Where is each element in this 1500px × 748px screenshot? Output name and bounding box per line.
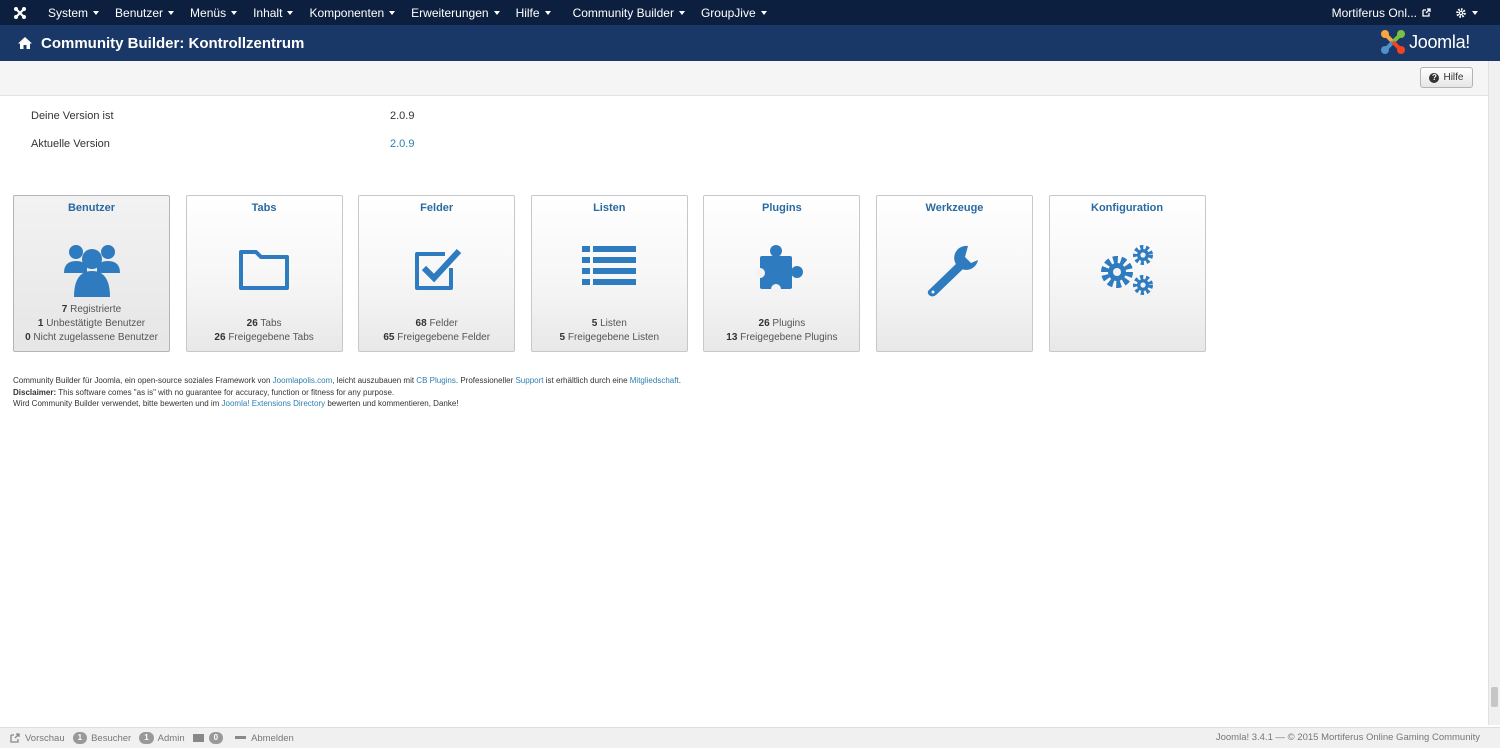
puzzle-icon — [754, 245, 803, 294]
admin-indicator: 1 Admin — [139, 732, 185, 744]
tile-stats: 5 Listen 5 Freigegebene Listen — [559, 318, 660, 343]
credits-line-3: Wird Community Builder verwendet, bitte … — [13, 399, 459, 408]
menu-groupjive[interactable]: GroupJive — [693, 0, 775, 25]
menu-hilfe[interactable]: Hilfe — [508, 0, 559, 25]
caret-down-icon — [389, 11, 396, 15]
messages-badge: 0 — [208, 732, 224, 744]
home-icon — [17, 35, 33, 51]
joomla-brand-text: Joomla! — [1409, 31, 1470, 52]
latest-version-value[interactable]: 2.0.9 — [390, 138, 414, 166]
question-icon: ? — [1429, 72, 1440, 83]
cb-plugins-link[interactable]: CB Plugins — [416, 376, 456, 385]
menu-system[interactable]: System — [40, 0, 107, 25]
tile-title: Listen — [593, 202, 626, 214]
joomla-logo-icon — [1381, 30, 1406, 54]
page-header: Community Builder: Kontrollzentrum Jooml… — [0, 25, 1500, 61]
site-link[interactable]: Mortiferus Onl... — [1324, 0, 1439, 25]
tile-title: Konfiguration — [1091, 202, 1164, 214]
menu-community-builder[interactable]: Community Builder — [565, 0, 693, 25]
caret-down-icon — [93, 11, 100, 15]
version-row-current: Deine Version ist 2.0.9 — [31, 110, 414, 138]
wrench-icon — [928, 245, 979, 297]
visitors-indicator: 1 Besucher — [72, 732, 131, 744]
version-row-latest: Aktuelle Version 2.0.9 — [31, 138, 414, 166]
jed-link[interactable]: Joomla! Extensions Directory — [222, 399, 326, 408]
checkbox-icon — [414, 248, 461, 290]
logout-link[interactable]: Abmelden — [235, 733, 294, 744]
gear-icon — [1456, 7, 1466, 18]
tile-stats: 68 Felder 65 Freigegebene Felder — [383, 318, 491, 343]
menu-komponenten[interactable]: Komponenten — [301, 0, 403, 25]
copyright-text: Joomla! 3.4.1 — © 2015 Mortiferus Online… — [1215, 732, 1480, 743]
preview-link[interactable]: Vorschau — [10, 733, 65, 744]
menu-menues[interactable]: Menüs — [182, 0, 245, 25]
caret-down-icon — [760, 11, 767, 15]
toolbar: ? Hilfe — [0, 61, 1488, 96]
caret-down-icon — [287, 11, 294, 15]
tile-title: Felder — [420, 202, 454, 214]
tile-werkzeuge[interactable]: Werkzeuge — [875, 195, 1033, 352]
tile-title: Tabs — [251, 202, 277, 214]
messages-indicator[interactable]: 0 — [192, 732, 227, 744]
caret-down-icon — [493, 11, 500, 15]
page-title: Community Builder: Kontrollzentrum — [41, 34, 305, 52]
caret-down-icon — [678, 11, 685, 15]
your-version-label: Deine Version ist — [31, 110, 114, 122]
scrollbar-thumb[interactable] — [1491, 687, 1498, 707]
version-info: Deine Version ist 2.0.9 Aktuelle Version… — [31, 110, 414, 166]
visitors-badge: 1 — [72, 732, 88, 744]
envelope-icon — [192, 734, 204, 742]
folder-icon — [239, 250, 290, 290]
joomlapolis-link[interactable]: Joomlapolis.com — [273, 376, 333, 385]
main-menu: System Benutzer Menüs Inhalt Komponenten… — [40, 0, 775, 25]
dashboard-tiles: Benutzer 7 Registrierte 1 Unbestätigte B… — [13, 195, 1221, 352]
joomla-logo-icon[interactable] — [0, 0, 40, 25]
minus-icon — [235, 736, 247, 739]
credits-text: Community Builder für Joomla, ein open-s… — [13, 375, 681, 410]
latest-version-label: Aktuelle Version — [31, 138, 110, 150]
caret-down-icon — [1472, 11, 1478, 15]
gears-icon — [1101, 245, 1154, 295]
tile-stats: 26 Plugins 13 Freigegebene Plugins — [726, 318, 838, 343]
menu-benutzer[interactable]: Benutzer — [107, 0, 182, 25]
tile-benutzer[interactable]: Benutzer 7 Registrierte 1 Unbestätigte B… — [13, 195, 170, 352]
caret-down-icon — [231, 11, 238, 15]
users-icon — [63, 245, 120, 297]
your-version-value: 2.0.9 — [390, 110, 415, 122]
credits-line-2: Disclaimer: This software comes "as is" … — [13, 387, 395, 397]
list-icon — [582, 246, 637, 285]
external-link-icon — [10, 733, 20, 743]
menu-inhalt[interactable]: Inhalt — [245, 0, 301, 25]
navbar-right: Mortiferus Onl... — [1324, 0, 1500, 25]
vertical-scrollbar[interactable] — [1488, 61, 1500, 725]
membership-link[interactable]: Mitgliedschaft — [630, 376, 679, 385]
help-button[interactable]: ? Hilfe — [1420, 67, 1473, 88]
admin-badge: 1 — [139, 732, 154, 744]
support-link[interactable]: Support — [515, 376, 543, 385]
joomla-brand-logo: Joomla! — [1380, 27, 1470, 57]
tile-stats: 26 Tabs 26 Freigegebene Tabs — [214, 318, 314, 343]
user-settings-menu[interactable] — [1447, 0, 1486, 25]
tile-tabs[interactable]: Tabs 26 Tabs 26 Freigegebene Tabs — [185, 195, 343, 352]
tile-listen[interactable]: Listen 5 Listen 5 Freigegebene Listen — [530, 195, 688, 352]
tile-stats: 7 Registrierte 1 Unbestätigte Benutzer 0… — [25, 304, 158, 343]
menu-erweiterungen[interactable]: Erweiterungen — [403, 0, 507, 25]
caret-down-icon — [544, 11, 551, 15]
tile-title: Benutzer — [67, 202, 116, 214]
tile-title: Werkzeuge — [925, 202, 984, 214]
status-bar: Vorschau 1 Besucher 1 Admin 0 Abmelden J… — [0, 727, 1500, 748]
external-link-icon — [1422, 8, 1431, 17]
caret-down-icon — [168, 11, 175, 15]
tile-konfiguration[interactable]: Konfiguration — [1048, 195, 1206, 352]
top-navbar: System Benutzer Menüs Inhalt Komponenten… — [0, 0, 1500, 25]
tile-plugins[interactable]: Plugins 26 Plugins 13 Freigegebene Plugi… — [703, 195, 861, 352]
tile-felder[interactable]: Felder 68 Felder 65 Freigegebene Felder — [358, 195, 516, 352]
credits-line-1: Community Builder für Joomla, ein open-s… — [13, 376, 681, 385]
tile-title: Plugins — [762, 202, 802, 214]
